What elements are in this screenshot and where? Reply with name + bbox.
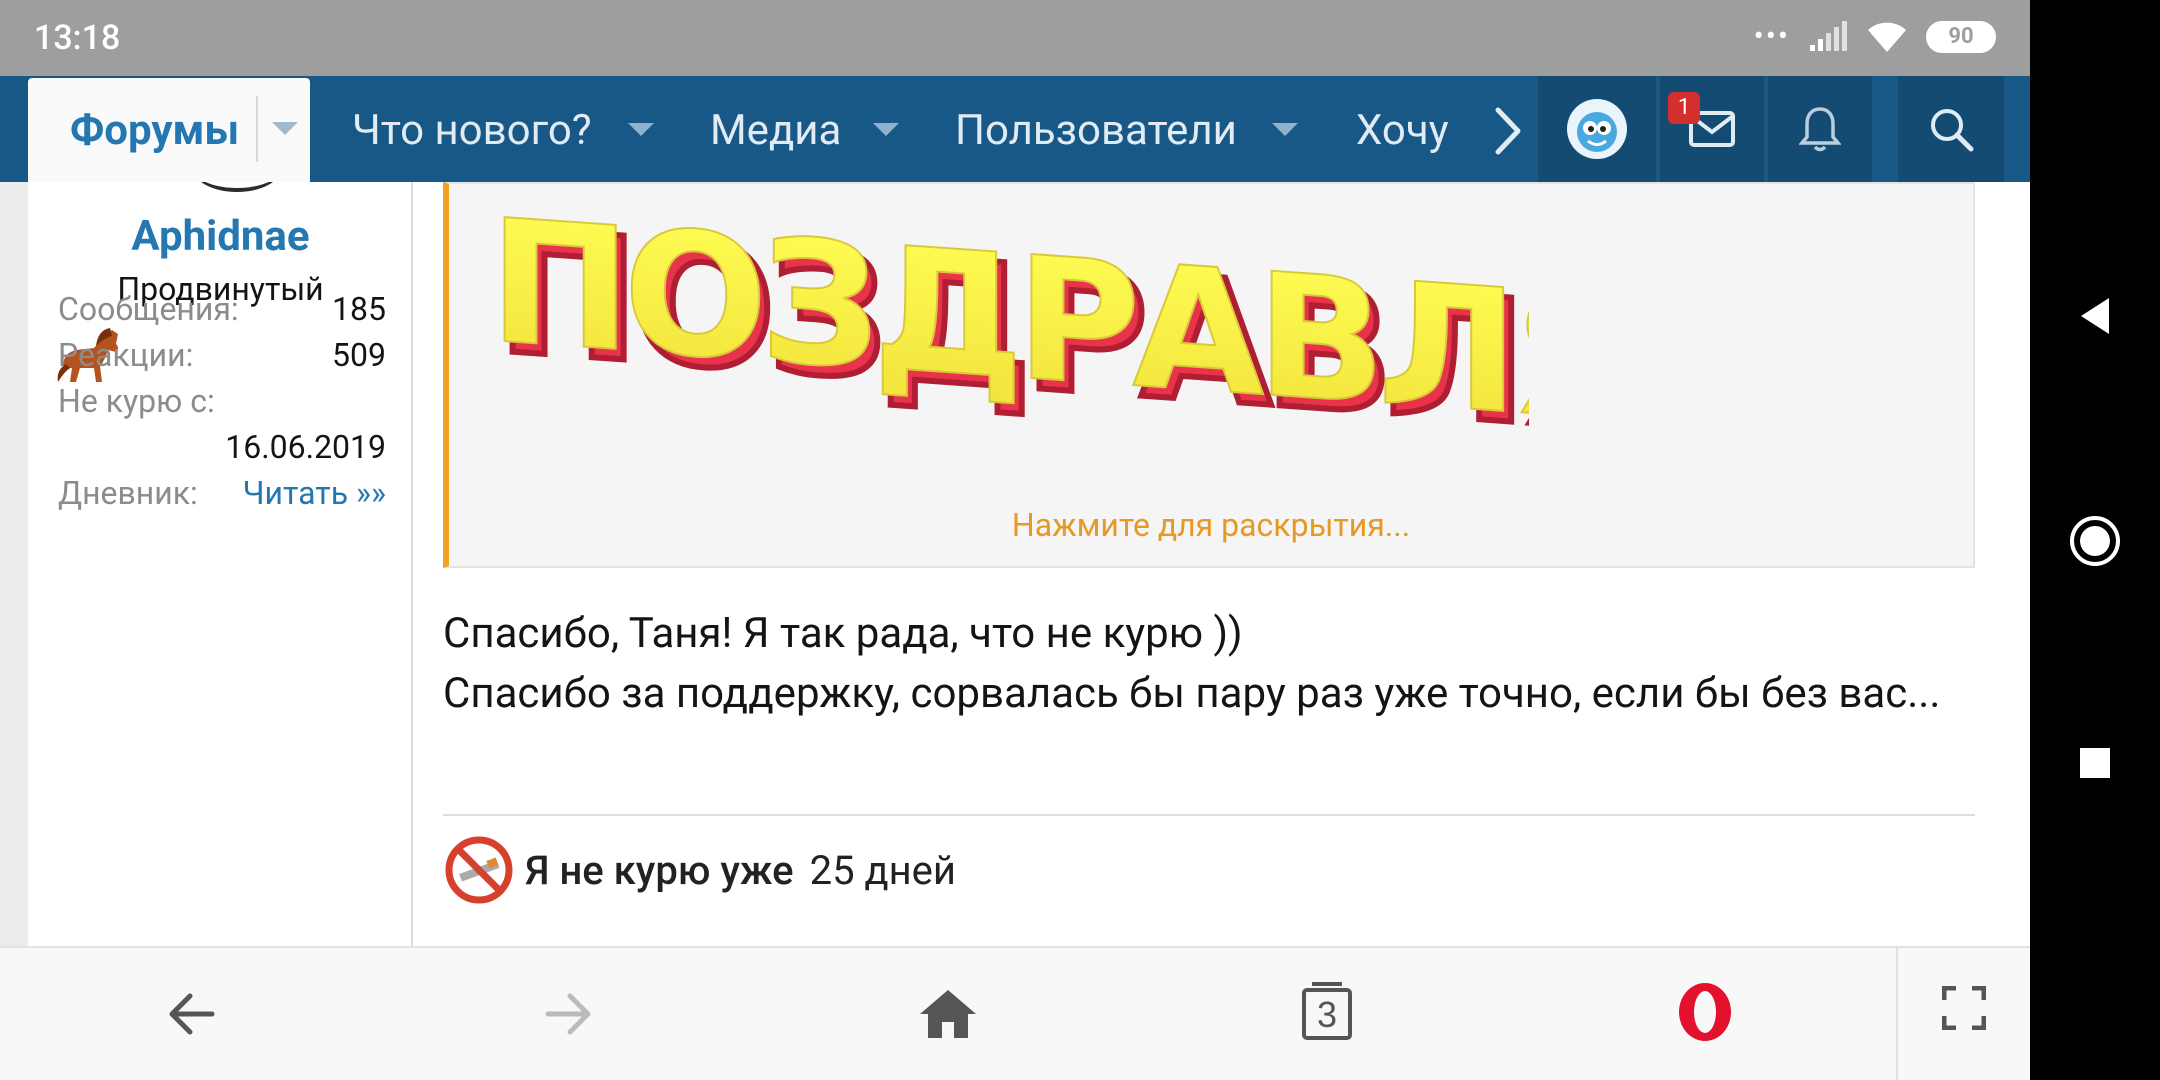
stat-label-reactions: Реакции: (58, 336, 194, 374)
forward-arrow-icon[interactable] (540, 986, 596, 1042)
square-recents-icon (2080, 748, 2110, 778)
nav-tab-forums-label: Форумы (70, 106, 240, 155)
nav-item-want[interactable]: Хочу (1356, 106, 1456, 155)
opera-menu-icon[interactable] (1676, 980, 1734, 1044)
nav-account[interactable] (1538, 76, 1656, 182)
tabs-button[interactable]: 3 (1300, 980, 1354, 1042)
status-icons: ••• 90 (1754, 20, 1996, 54)
android-back-button[interactable] (2030, 296, 2160, 336)
nav-divider (256, 96, 258, 162)
signature-days: 25 дней (809, 846, 956, 894)
triangle-back-icon (2081, 298, 2109, 334)
fullscreen-icon[interactable] (1942, 986, 1986, 1030)
avatar[interactable] (192, 182, 282, 192)
congratulations-banner: ПОЗДРАВЛЯЕМ! ПОЗДРАВЛЯЕМ! (489, 200, 1529, 430)
stat-value-quit-since: 16.06.2019 (225, 428, 386, 466)
nav-item-whats-new[interactable]: Что нового? (352, 106, 592, 155)
status-bar: 13:18 ••• 90 (0, 0, 2030, 76)
more-dots-icon: ••• (1753, 19, 1790, 54)
stat-value-messages: 185 (332, 290, 386, 328)
inbox-badge: 1 (1668, 92, 1700, 124)
nav-tab-forums[interactable]: Форумы (28, 78, 310, 182)
stat-label-quit-since: Не курю с: (58, 382, 215, 420)
chevron-down-icon[interactable] (272, 122, 298, 135)
signature-text: Я не курю уже (525, 846, 794, 894)
post-text: Спасибо, Таня! Я так рада, что не курю )… (443, 604, 1983, 724)
chevron-down-icon[interactable] (1272, 123, 1298, 136)
circle-home-icon (2070, 516, 2120, 566)
signature-divider (443, 814, 1975, 816)
post-line: Спасибо за поддержку, сорвалась бы пару … (443, 669, 1941, 718)
stat-label-messages: Сообщения: (58, 290, 239, 328)
bottom-bar-divider (1896, 948, 1898, 1080)
signal-icon (1810, 21, 1847, 51)
expand-quote-link[interactable]: Нажмите для раскрытия... (449, 506, 1973, 544)
nav-alerts[interactable] (1768, 76, 1872, 182)
android-home-button[interactable] (2030, 514, 2160, 568)
home-icon[interactable] (918, 986, 978, 1042)
post-line: Спасибо, Таня! Я так рада, что не курю )… (443, 609, 1243, 658)
stat-value-reactions: 509 (332, 336, 386, 374)
nav-item-members[interactable]: Пользователи (955, 106, 1237, 155)
browser-bottom-bar: 3 (0, 946, 2030, 1080)
back-arrow-icon[interactable] (164, 986, 220, 1042)
no-smoking-icon (445, 836, 513, 904)
post-body: ПОЗДРАВЛЯЕМ! ПОЗДРАВЛЯЕМ! Нажмите для ра… (413, 182, 2030, 946)
avatar (1567, 99, 1627, 159)
forum-nav-bar: Форумы Что нового? Медиа Пользователи Хо… (0, 76, 2030, 182)
thread-page: Aphidnae Продвинутый Сообщения: 185 Реак… (0, 182, 2030, 946)
tabs-count: 3 (1316, 994, 1338, 1035)
signature-banner: Я не курю уже 25 дней (443, 822, 1133, 918)
android-nav-bar (2030, 0, 2160, 1080)
search-icon (1931, 109, 1974, 152)
android-recents-button[interactable] (2030, 746, 2160, 780)
quote-block: ПОЗДРАВЛЯЕМ! ПОЗДРАВЛЯЕМ! Нажмите для ра… (443, 182, 1975, 568)
stat-label-diary: Дневник: (58, 474, 198, 512)
chevron-down-icon[interactable] (873, 123, 899, 136)
bell-icon (1799, 107, 1841, 152)
nav-search[interactable] (1898, 76, 2004, 182)
nav-item-media[interactable]: Медиа (710, 106, 841, 155)
status-time: 13:18 (34, 18, 121, 58)
chevron-right-icon[interactable] (1490, 106, 1526, 156)
chevron-down-icon[interactable] (628, 123, 654, 136)
wifi-icon (1868, 22, 1906, 52)
username-link[interactable]: Aphidnae (28, 212, 413, 261)
battery-icon: 90 (1926, 21, 1996, 53)
diary-read-link[interactable]: Читать »» (243, 474, 386, 512)
